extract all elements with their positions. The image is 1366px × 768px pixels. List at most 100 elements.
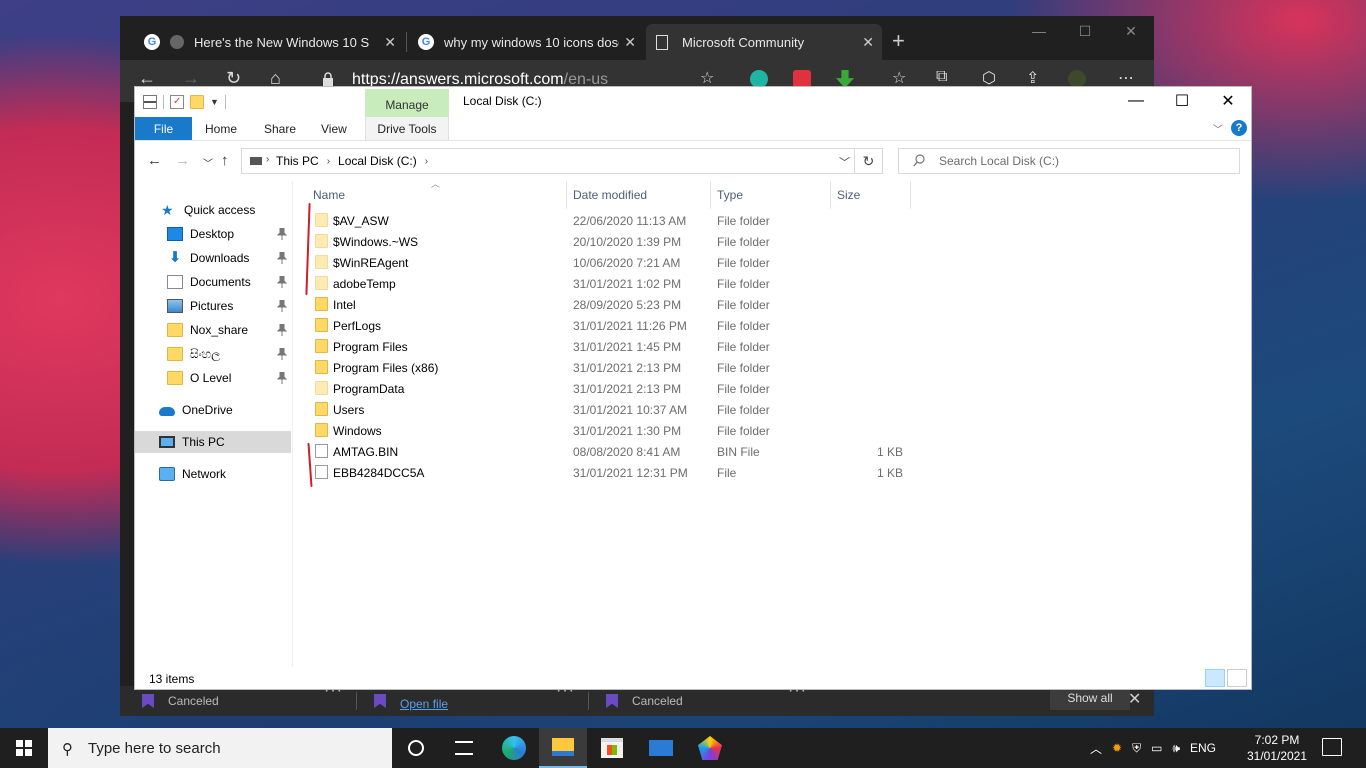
mail-taskbar-button[interactable]: [637, 728, 685, 768]
large-icons-view-button[interactable]: [1227, 669, 1247, 687]
properties-check-icon[interactable]: ✓: [170, 95, 184, 109]
details-view-button[interactable]: [1205, 669, 1225, 687]
browser-tab-3[interactable]: Microsoft Community ✕: [646, 24, 882, 60]
nav-nox-share[interactable]: Nox_share: [135, 319, 291, 341]
back-icon[interactable]: ←: [147, 152, 162, 169]
collections-icon[interactable]: ⧉: [936, 68, 947, 86]
volume-icon[interactable]: 🕪: [1172, 741, 1180, 756]
chevron-down-icon[interactable]: ▼: [210, 97, 219, 107]
close-icon[interactable]: ✕: [624, 34, 636, 51]
table-row[interactable]: $WinREAgent 10/06/2020 7:21 AM File folder: [295, 252, 1253, 273]
close-icon[interactable]: ✕: [1205, 87, 1251, 115]
extensions-icon[interactable]: ⬡: [982, 68, 996, 88]
notification-icon[interactable]: [1322, 738, 1342, 756]
sort-ascending-icon: ︿: [431, 179, 441, 189]
forward-icon[interactable]: →: [175, 152, 190, 169]
clock[interactable]: 7:02 PM 31/01/2021: [1240, 732, 1314, 764]
browser-tab-2[interactable]: G why my windows 10 icons dosen ✕: [408, 24, 644, 60]
favorites-icon[interactable]: ☆: [892, 68, 906, 88]
recent-locations-icon[interactable]: ﹀: [203, 155, 213, 170]
table-row[interactable]: Program Files 31/01/2021 1:45 PM File fold…: [295, 336, 1253, 357]
table-row[interactable]: Intel 28/09/2020 5:23 PM File folder: [295, 294, 1253, 315]
pin-icon: [276, 323, 288, 336]
column-type[interactable]: Type: [711, 181, 831, 209]
expand-ribbon-icon[interactable]: ﹀: [1213, 121, 1223, 136]
up-icon[interactable]: ↑: [221, 152, 229, 169]
date-modified: 31/01/2021 2:13 PM: [573, 360, 682, 375]
nav-desktop[interactable]: Desktop: [135, 223, 291, 245]
nav-o-level[interactable]: O Level: [135, 367, 291, 389]
tab-share[interactable]: Share: [264, 117, 296, 140]
cortana-button[interactable]: [392, 728, 440, 768]
security-icon[interactable]: ⛨: [1132, 741, 1141, 756]
close-icon[interactable]: ✕: [1128, 689, 1141, 709]
table-row[interactable]: EBB4284DCC5A 31/01/2021 12:31 PM File 1 KB: [295, 462, 1253, 483]
nav-pictures[interactable]: Pictures: [135, 295, 291, 317]
manage-context-tab[interactable]: Manage: [365, 89, 449, 117]
nav-sinhala-folder[interactable]: සිංහල: [135, 343, 291, 365]
tab-view[interactable]: View: [321, 117, 347, 140]
app-taskbar-button[interactable]: [686, 728, 734, 768]
nav-quick-access[interactable]: ★ Quick access: [135, 199, 291, 221]
divider: [356, 692, 357, 710]
help-icon[interactable]: ?: [1231, 120, 1247, 136]
table-row[interactable]: AMTAG.BIN 08/08/2020 8:41 AM BIN File 1 KB: [295, 441, 1253, 462]
nav-this-pc[interactable]: This PC: [135, 431, 291, 453]
close-icon[interactable]: ✕: [384, 34, 396, 51]
column-date[interactable]: Date modified: [567, 181, 711, 209]
start-button[interactable]: [0, 728, 48, 768]
share-icon[interactable]: ⇪: [1026, 68, 1039, 88]
maximize-icon[interactable]: ☐: [1159, 87, 1205, 115]
avast-tray-icon[interactable]: ✹: [1112, 741, 1122, 755]
taskbar-search[interactable]: ⚲ Type here to search: [48, 728, 392, 768]
store-taskbar-button[interactable]: [588, 728, 636, 768]
more-icon[interactable]: ⋯: [1118, 68, 1134, 88]
google-icon: G: [144, 34, 160, 50]
nav-onedrive[interactable]: OneDrive: [135, 399, 291, 421]
table-row[interactable]: adobeTemp 31/01/2021 1:02 PM File folder: [295, 273, 1253, 294]
drive-properties-icon[interactable]: [143, 95, 157, 109]
nav-documents[interactable]: Documents: [135, 271, 291, 293]
tab-file[interactable]: File: [135, 117, 192, 140]
search-input[interactable]: Search Local Disk (C:): [898, 148, 1240, 174]
breadcrumb-local-disk[interactable]: Local Disk (C:): [338, 154, 417, 168]
address-bar[interactable]: › This PC › Local Disk (C:) › ﹀: [241, 148, 855, 174]
favorite-add-icon[interactable]: ☆: [700, 68, 714, 88]
nav-network[interactable]: Network: [135, 463, 291, 485]
chevron-up-icon[interactable]: ︿: [1090, 740, 1102, 757]
close-icon[interactable]: ✕: [1108, 16, 1154, 46]
minimize-icon[interactable]: —: [1113, 87, 1159, 115]
open-file-link[interactable]: Open file: [400, 697, 448, 711]
table-row[interactable]: Program Files (x86) 31/01/2021 2:13 PM Fil…: [295, 357, 1253, 378]
column-name[interactable]: Name ︿: [295, 179, 567, 209]
new-tab-button[interactable]: +: [892, 30, 905, 52]
chevron-down-icon[interactable]: ﹀: [839, 154, 850, 170]
table-row[interactable]: PerfLogs 31/01/2021 11:26 PM File folder: [295, 315, 1253, 336]
network-icon[interactable]: ▭: [1151, 741, 1162, 755]
table-row[interactable]: $Windows.~WS 20/10/2020 1:39 PM File folde…: [295, 231, 1253, 252]
file-explorer-taskbar-button[interactable]: [539, 728, 587, 768]
breadcrumb-this-pc[interactable]: This PC: [276, 154, 319, 168]
navigation-pane: ★ Quick access Desktop ⬇ Downloads Docum…: [135, 181, 293, 667]
table-row[interactable]: Windows 31/01/2021 1:30 PM File folder: [295, 420, 1253, 441]
new-folder-icon[interactable]: [190, 95, 204, 109]
table-row[interactable]: $AV_ASW 22/06/2020 11:13 AM File folder: [295, 210, 1253, 231]
file-icon: [315, 465, 328, 479]
edge-taskbar-button[interactable]: [490, 728, 538, 768]
tab-drive-tools[interactable]: Drive Tools: [365, 117, 449, 140]
nav-label: Documents: [190, 275, 251, 289]
refresh-button[interactable]: ↻: [855, 148, 883, 174]
tab-home[interactable]: Home: [205, 117, 237, 140]
maximize-icon[interactable]: ☐: [1062, 16, 1108, 46]
task-view-button[interactable]: [440, 728, 488, 768]
time: 7:02 PM: [1254, 733, 1300, 747]
table-row[interactable]: Users 31/01/2021 10:37 AM File folder: [295, 399, 1253, 420]
close-icon[interactable]: ✕: [862, 34, 874, 51]
column-size[interactable]: Size: [831, 181, 911, 209]
table-row[interactable]: ProgramData 31/01/2021 2:13 PM File folder: [295, 378, 1253, 399]
nav-downloads[interactable]: ⬇ Downloads: [135, 247, 291, 269]
language-indicator[interactable]: ENG: [1190, 741, 1216, 755]
minimize-icon[interactable]: —: [1016, 16, 1062, 46]
folder-icon: [315, 423, 328, 437]
browser-tab-1[interactable]: G Here's the New Windows 10 Start ✕: [134, 24, 404, 60]
